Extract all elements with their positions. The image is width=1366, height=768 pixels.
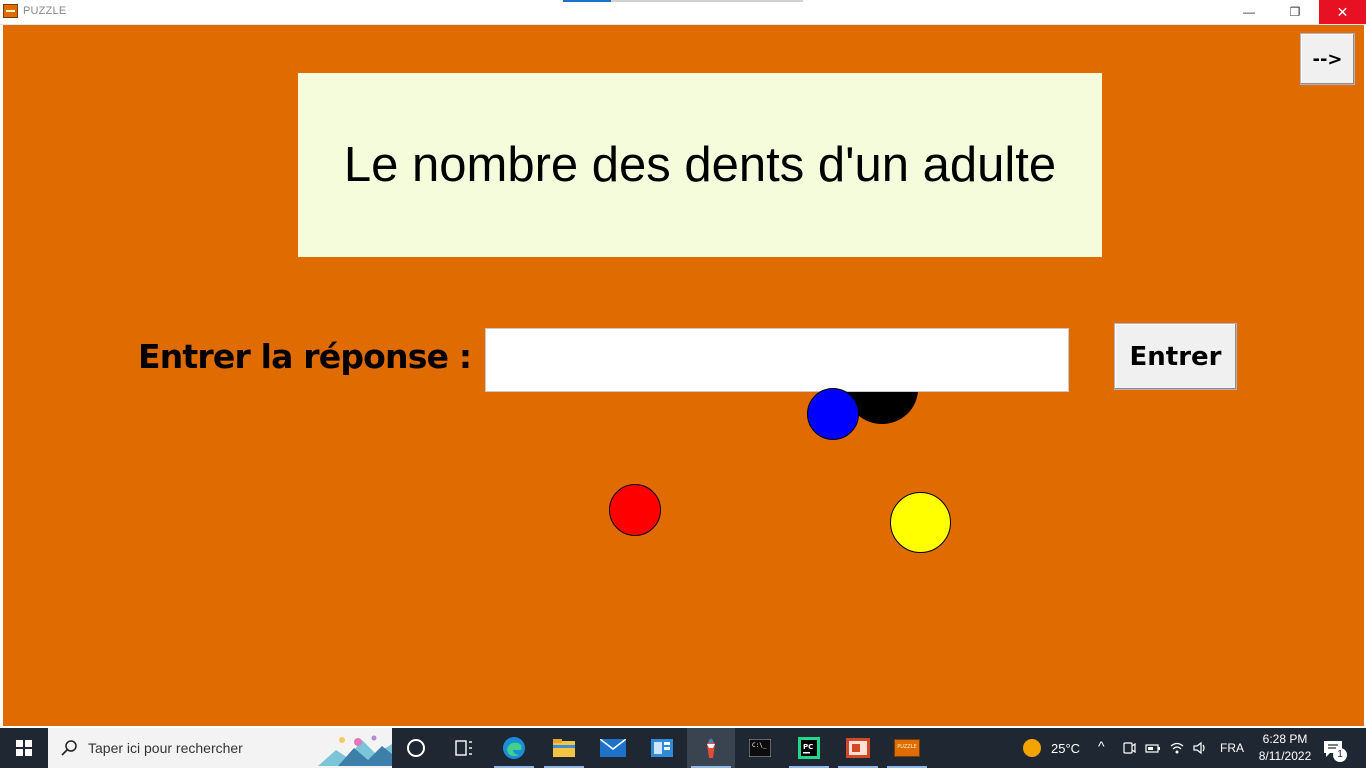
pycharm-icon[interactable]: PC [785,728,833,768]
tray-chevron-icon[interactable]: ^ [1098,738,1105,754]
svg-text:C:\_: C:\_ [752,742,767,749]
cortana-icon[interactable] [392,728,440,768]
puzzle-app-icon [3,4,18,18]
search-icon [61,740,77,756]
taskbar: Taper ici pour rechercher C:\_ PC PUZZLE… [0,728,1366,768]
start-icon[interactable] [0,728,48,768]
window-title: PUZZLE [23,5,67,17]
mail-icon[interactable] [589,728,637,768]
blue-ball [807,388,859,440]
answer-label: Entrer la réponse : [138,337,472,376]
file-explorer-icon[interactable] [540,728,588,768]
task-view-icon[interactable] [440,728,488,768]
terminal-icon[interactable]: C:\_ [736,728,784,768]
red-ball [609,484,661,536]
question-text: Le nombre des dents d'un adulte [343,138,1057,192]
app-icon[interactable] [638,728,686,768]
answer-input[interactable] [485,328,1069,392]
paint-icon[interactable] [687,728,735,768]
temperature[interactable]: 25°C [1051,741,1080,756]
window-titlebar: PUZZLE — ❐ ✕ [0,0,1366,25]
clock-time[interactable]: 6:28 PM [1260,732,1310,746]
maximize-button[interactable]: ❐ [1272,0,1318,24]
search-placeholder: Taper ici pour rechercher [88,740,243,756]
wifi-icon[interactable] [1169,740,1185,756]
volume-icon[interactable] [1192,740,1208,756]
svg-text:PC: PC [803,743,813,751]
enter-button[interactable]: Entrer [1114,323,1237,390]
taskbar-search[interactable]: Taper ici pour rechercher [48,728,392,768]
next-button[interactable]: --> [1300,33,1355,85]
minimize-button[interactable]: — [1226,0,1272,24]
meet-now-icon[interactable] [1121,740,1137,756]
question-box: Le nombre des dents d'un adulte [298,73,1102,257]
clock-date[interactable]: 8/11/2022 [1253,749,1317,763]
weather-icon[interactable] [1023,739,1041,757]
close-button[interactable]: ✕ [1319,0,1366,24]
puzzle-icon[interactable]: PUZZLE [883,728,931,768]
title-progress-bar [563,0,803,2]
battery-icon[interactable] [1145,740,1161,756]
yellow-ball [890,492,951,553]
powerpoint-icon[interactable] [834,728,882,768]
notification-count: 1 [1333,748,1347,762]
search-highlight-art [318,735,392,766]
edge-icon[interactable] [490,728,538,768]
language-indicator[interactable]: FRA [1220,741,1244,755]
game-canvas: --> Le nombre des dents d'un adulte Entr… [3,25,1364,726]
